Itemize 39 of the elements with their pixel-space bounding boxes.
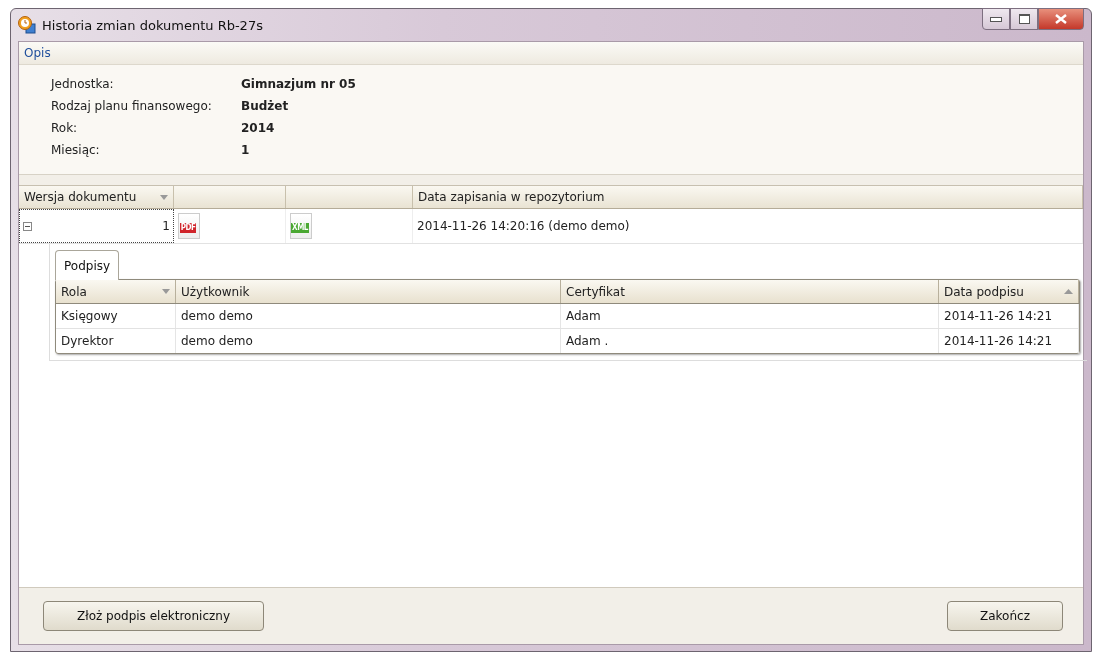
sign-button[interactable]: Złoż podpis elektroniczny (43, 601, 264, 631)
minimize-button[interactable] (982, 8, 1010, 30)
window-title: Historia zmian dokumentu Rb-27s (42, 17, 263, 33)
close-icon[interactable] (1055, 14, 1067, 24)
column-header[interactable]: Data zapisania w repozytorium (413, 186, 1083, 208)
table-cell: 2014-11-26 14:21 (939, 304, 1079, 328)
table-cell: Adam . (561, 329, 939, 353)
close-button[interactable] (1038, 8, 1084, 30)
field-label: Jednostka: (51, 77, 115, 91)
maximize-button[interactable] (1010, 8, 1038, 30)
finish-button[interactable]: Zakończ (947, 601, 1063, 631)
table-cell: demo demo (176, 329, 561, 353)
field-value: 2014 (241, 121, 276, 135)
table-cell: demo demo (176, 304, 561, 328)
table-cell[interactable]: 1 (19, 209, 174, 243)
sort-ascending-icon[interactable] (1064, 289, 1073, 294)
table-cell: 2014-11-26 14:20:16 (demo demo) (413, 209, 1083, 243)
column-header[interactable]: Użytkownik (176, 280, 561, 303)
field-label: Miesiąc: (51, 143, 101, 157)
table-cell: Adam (561, 304, 939, 328)
column-header[interactable]: Data podpisu (939, 280, 1079, 303)
field-value: 1 (241, 143, 251, 157)
column-header[interactable]: Wersja dokumentu (19, 186, 174, 208)
dropdown-arrow-icon[interactable] (160, 194, 168, 200)
field-value: Gimnazjum nr 05 (241, 77, 357, 91)
dropdown-arrow-icon[interactable] (162, 289, 170, 294)
column-header[interactable]: Rola (56, 280, 176, 303)
column-header[interactable]: Certyfikat (561, 280, 939, 303)
pdf-file-icon[interactable]: PDF (178, 213, 200, 239)
section-header: Opis (24, 46, 51, 60)
field-label: Rok: (51, 121, 79, 135)
tab[interactable]: Podpisy (55, 250, 120, 280)
field-label: Rodzaj planu finansowego: (51, 99, 213, 113)
table-cell: Dyrektor (56, 329, 176, 353)
table-cell: Księgowy (56, 304, 176, 328)
collapse-icon[interactable] (23, 221, 32, 231)
table-cell: 2014-11-26 14:21 (939, 329, 1079, 353)
clock-document-icon (18, 16, 36, 34)
field-value: Budżet (241, 99, 290, 113)
